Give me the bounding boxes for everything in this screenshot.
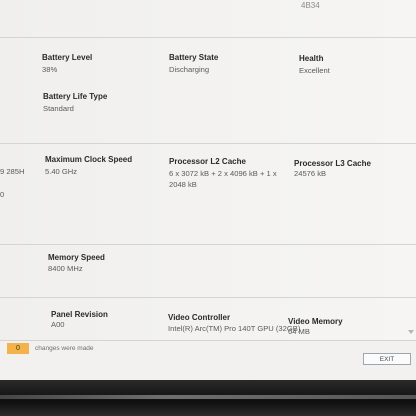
battery-life-type-value: Standard <box>43 104 74 113</box>
battery-level-value: 38% <box>42 65 58 74</box>
changes-count-badge: 0 <box>7 343 29 354</box>
battery-state-value: Discharging <box>169 65 210 74</box>
video-memory-value: 64 MB <box>288 327 310 336</box>
panel-revision-label: Panel Revision <box>51 310 108 319</box>
l2-cache-label: Processor L2 Cache <box>169 157 246 166</box>
battery-level-label: Battery Level <box>42 53 93 62</box>
battery-life-type-label: Battery Life Type <box>43 92 108 101</box>
changes-status-text: changes were made <box>35 345 94 352</box>
footer-divider <box>0 340 416 341</box>
video-controller-label: Video Controller <box>168 313 231 322</box>
l3-cache-value: 24576 kB <box>294 169 327 178</box>
bios-system-info-screen: 4B34 Battery Level 38% Battery State Dis… <box>0 0 416 380</box>
l2-cache-value: 6 x 3072 kB + 2 x 4096 kB + 1 x 2048 kB <box>169 169 277 189</box>
section-divider <box>0 37 416 38</box>
vertical-scrollbar[interactable] <box>406 0 416 340</box>
top-partial-value: 4B34 <box>301 1 320 10</box>
panel-revision-value: A00 <box>51 320 65 329</box>
video-controller-value: Intel(R) Arc(TM) Pro 140T GPU (32GB) <box>168 324 301 333</box>
memory-speed-value: 8400 MHz <box>48 264 83 273</box>
health-label: Health <box>299 54 324 63</box>
processor-cut-value: 0 <box>0 190 5 199</box>
exit-button[interactable]: EXIT <box>363 353 411 365</box>
max-clock-speed-value: 5.40 GHz <box>45 167 78 176</box>
max-clock-speed-label: Maximum Clock Speed <box>45 155 133 164</box>
section-divider <box>0 244 416 245</box>
l3-cache-label: Processor L3 Cache <box>294 159 371 168</box>
scroll-down-icon[interactable] <box>408 330 414 334</box>
bezel-edge <box>0 395 416 399</box>
battery-state-label: Battery State <box>169 53 219 62</box>
section-divider <box>0 143 416 144</box>
video-memory-label: Video Memory <box>288 317 343 326</box>
section-divider <box>0 297 416 298</box>
processor-name-cut-value: 9 285H <box>0 167 25 176</box>
health-value: Excellent <box>299 66 330 75</box>
memory-speed-label: Memory Speed <box>48 253 105 262</box>
